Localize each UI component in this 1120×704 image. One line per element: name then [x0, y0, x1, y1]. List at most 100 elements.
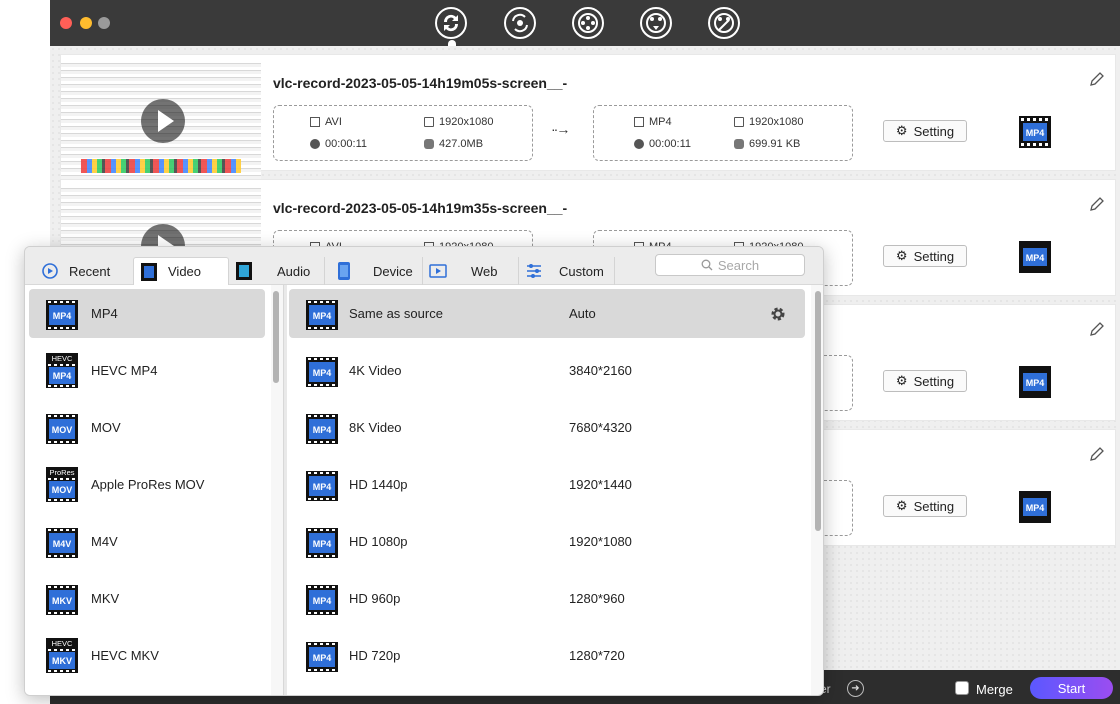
mp4-format-icon: MP4: [46, 299, 78, 330]
file-name: vlc-record-2023-05-05-14h19m35s-screen__…: [273, 200, 568, 216]
source-info-box: AVI 1920x1080 00:00:11 427.0MB: [273, 105, 533, 161]
tab-audio[interactable]: Audio: [229, 257, 325, 285]
convert-icon[interactable]: [434, 6, 468, 40]
svg-text:MP4: MP4: [313, 482, 332, 492]
video-tools-icon[interactable]: [707, 6, 741, 40]
mp4-format-icon: HEVC MP4: [46, 352, 78, 388]
tab-custom[interactable]: Custom: [519, 257, 615, 285]
setting-button[interactable]: ⚙ Setting: [883, 495, 967, 517]
setting-button[interactable]: ⚙ Setting: [883, 245, 967, 267]
mp4-format-icon[interactable]: MP4: [1018, 490, 1052, 524]
preset-name: Same as source: [349, 306, 443, 321]
clock-icon: [634, 139, 644, 149]
search-input[interactable]: Search: [655, 254, 805, 276]
edit-pencil-icon[interactable]: [1089, 71, 1105, 87]
preset-resolution: 3840*2160: [569, 363, 632, 378]
svg-text:HEVC: HEVC: [52, 639, 73, 648]
film-icon: [310, 117, 320, 127]
svg-text:MP4: MP4: [313, 368, 332, 378]
setting-button[interactable]: ⚙ Setting: [883, 120, 967, 142]
mp4-format-icon: MP4: [306, 470, 338, 501]
mp4-format-icon: MP4: [306, 641, 338, 672]
mov-format-icon: MOV: [46, 413, 78, 444]
svg-text:HEVC: HEVC: [52, 354, 73, 363]
preset-item[interactable]: MP4 8K Video 7680*4320: [289, 403, 805, 452]
format-item-hevc-mkv[interactable]: HEVC MKV HEVC MKV: [29, 631, 265, 680]
preset-resolution: 1280*720: [569, 648, 625, 663]
format-item-mov[interactable]: MOV MOV: [29, 403, 265, 452]
edit-pencil-icon[interactable]: [1089, 446, 1105, 462]
file-row: vlc-record-2023-05-05-14h19m05s-screen__…: [60, 54, 1116, 179]
format-tabs: Recent Video Audio Device Web Custom Sea…: [25, 247, 823, 285]
preset-item[interactable]: MP4 HD 720p 1280*720: [289, 631, 805, 680]
format-item-hevc-mp4[interactable]: HEVC MP4 HEVC MP4: [29, 346, 265, 395]
preset-item[interactable]: MP4 HD 1080p 1920*1080: [289, 517, 805, 566]
merge-label: Merge: [976, 682, 1013, 697]
svg-text:MKV: MKV: [52, 656, 72, 666]
format-item-mp4[interactable]: MP4 MP4: [29, 289, 265, 338]
mp4-format-icon[interactable]: MP4: [1018, 115, 1052, 149]
mp4-format-icon: MP4: [306, 356, 338, 387]
search-icon: [701, 259, 713, 271]
svg-text:MP4: MP4: [1026, 128, 1045, 138]
format-item-m4v[interactable]: M4V M4V: [29, 517, 265, 566]
edit-pencil-icon[interactable]: [1089, 196, 1105, 212]
tab-web[interactable]: Web: [423, 257, 519, 285]
preset-name: 4K Video: [349, 363, 402, 378]
mp4-format-icon[interactable]: MP4: [1018, 240, 1052, 274]
merge-checkbox[interactable]: [955, 681, 969, 695]
edit-pencil-icon[interactable]: [1089, 321, 1105, 337]
open-folder-arrow-icon[interactable]: ➜: [847, 680, 864, 697]
format-picker-popup: Recent Video Audio Device Web Custom Sea…: [24, 246, 824, 696]
preset-resolution: 1920*1440: [569, 477, 632, 492]
video-thumbnail[interactable]: [61, 63, 261, 179]
format-item-mkv[interactable]: MKV MKV: [29, 574, 265, 623]
preset-item[interactable]: MP4 HD 960p 1280*960: [289, 574, 805, 623]
tab-video[interactable]: Video: [133, 257, 229, 285]
compress-icon[interactable]: [503, 6, 537, 40]
svg-text:MP4: MP4: [313, 311, 332, 321]
preset-list: MP4 Same as source Auto MP4 4K Video 3840*216…: [287, 285, 811, 695]
close-window-button[interactable]: [60, 17, 72, 29]
monitor-icon: [424, 117, 434, 127]
video-add-icon[interactable]: [571, 6, 605, 40]
play-icon[interactable]: [141, 99, 185, 143]
preset-list-scrollbar[interactable]: [815, 291, 821, 531]
preset-item[interactable]: MP4 Same as source Auto: [289, 289, 805, 338]
mov-format-icon: ProRes MOV: [46, 466, 78, 502]
svg-text:MP4: MP4: [1026, 253, 1045, 263]
mp4-format-icon: MP4: [306, 584, 338, 615]
audio-film-icon: [236, 262, 252, 280]
setting-button[interactable]: ⚙ Setting: [883, 370, 967, 392]
preset-name: HD 1440p: [349, 477, 408, 492]
mkv-format-icon: MKV: [46, 584, 78, 615]
convert-arrow-icon: ··→: [551, 121, 570, 137]
svg-text:ProRes: ProRes: [49, 468, 74, 477]
tab-recent[interactable]: Recent: [33, 257, 137, 285]
zoom-window-button[interactable]: [98, 17, 110, 29]
sliders-icon: [527, 264, 541, 278]
minimize-window-button[interactable]: [80, 17, 92, 29]
video-merge-icon[interactable]: [639, 6, 673, 40]
gear-icon[interactable]: [769, 305, 787, 323]
format-item-apple-prores-mov[interactable]: ProRes MOV Apple ProRes MOV: [29, 460, 265, 509]
preset-item[interactable]: MP4 4K Video 3840*2160: [289, 346, 805, 395]
start-button[interactable]: Start: [1030, 677, 1113, 699]
gear-icon: ⚙: [895, 248, 908, 263]
svg-text:MP4: MP4: [53, 371, 72, 381]
tab-device[interactable]: Device: [327, 257, 423, 285]
format-item-label: MP4: [91, 306, 118, 321]
preset-name: HD 960p: [349, 591, 401, 606]
video-film-icon: [141, 262, 157, 281]
preset-name: HD 720p: [349, 648, 401, 663]
preset-name: 8K Video: [349, 420, 402, 435]
preset-resolution: 1920*1080: [569, 534, 632, 549]
mp4-format-icon[interactable]: MP4: [1018, 365, 1052, 399]
monitor-icon: [734, 117, 744, 127]
svg-text:MP4: MP4: [1026, 503, 1045, 513]
gear-icon: ⚙: [895, 373, 908, 388]
format-list-scrollbar[interactable]: [273, 291, 279, 383]
format-item-label: HEVC MKV: [91, 648, 159, 663]
target-info-box[interactable]: MP4 1920x1080 00:00:11 699.91 KB: [593, 105, 853, 161]
preset-item[interactable]: MP4 HD 1440p 1920*1440: [289, 460, 805, 509]
